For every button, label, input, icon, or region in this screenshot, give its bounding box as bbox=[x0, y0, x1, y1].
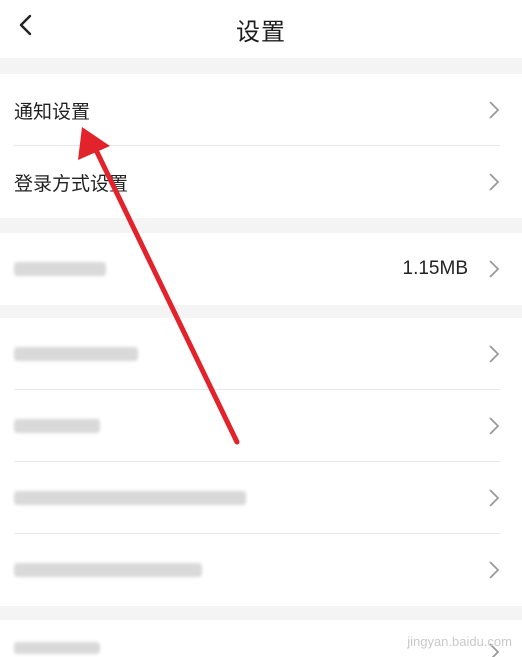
back-arrow-icon[interactable] bbox=[10, 8, 44, 42]
settings-item[interactable] bbox=[0, 318, 522, 390]
settings-group-notifications: 通知设置 登录方式设置 bbox=[0, 74, 522, 218]
chevron-right-icon bbox=[489, 489, 500, 507]
chevron-right-icon bbox=[489, 173, 500, 191]
chevron-right-icon bbox=[489, 417, 500, 435]
settings-item[interactable] bbox=[0, 534, 522, 606]
chevron-right-icon bbox=[489, 345, 500, 363]
blurred-label bbox=[14, 419, 100, 433]
top-bar: 设置 bbox=[0, 0, 522, 58]
blurred-label bbox=[14, 563, 202, 577]
notification-settings-label: 通知设置 bbox=[14, 101, 91, 123]
blurred-label bbox=[14, 491, 246, 505]
settings-group-misc bbox=[0, 318, 522, 606]
cache-size-value: 1.15MB bbox=[402, 258, 468, 279]
chevron-right-icon bbox=[489, 561, 500, 579]
settings-item[interactable] bbox=[0, 462, 522, 534]
login-method-settings-label: 登录方式设置 bbox=[14, 173, 129, 195]
login-method-settings-item[interactable]: 登录方式设置 bbox=[0, 146, 522, 218]
notification-settings-item[interactable]: 通知设置 bbox=[0, 74, 522, 146]
clear-cache-item[interactable]: 1.15MB bbox=[0, 233, 522, 305]
chevron-right-icon bbox=[489, 101, 500, 119]
blurred-label bbox=[14, 347, 138, 361]
chevron-right-icon bbox=[489, 260, 500, 278]
watermark-text: jingyan.baidu.com bbox=[407, 634, 512, 649]
settings-item[interactable] bbox=[0, 390, 522, 462]
settings-group-cache: 1.15MB bbox=[0, 233, 522, 305]
blurred-label bbox=[14, 262, 106, 276]
page-title: 设置 bbox=[236, 18, 286, 46]
blurred-label bbox=[14, 642, 100, 654]
